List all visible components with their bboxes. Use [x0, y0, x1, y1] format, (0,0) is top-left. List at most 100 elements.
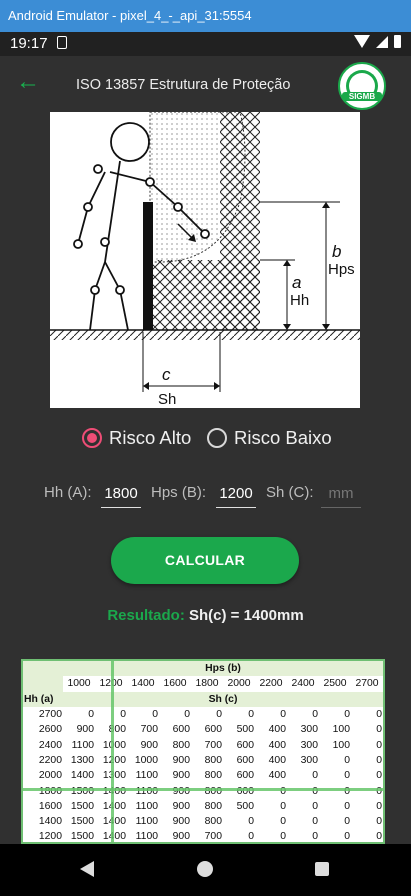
table-cell: 600 — [236, 739, 254, 751]
label-sh: Sh — [158, 391, 176, 408]
table-cell: 100 — [332, 724, 350, 736]
column-header: 1800 — [195, 678, 219, 690]
table-cell: 300 — [300, 724, 318, 736]
row-header: 1600 — [38, 800, 62, 812]
table-row: 1400 1500 1400 1100 900 800 0 0 0 0 0 — [23, 814, 383, 829]
table-cell: 400 — [268, 754, 286, 766]
app-bar: ← ISO 13857 Estrutura de Proteção SIGMB — [0, 56, 411, 114]
table-cell: 700 — [204, 831, 222, 843]
table-cell: 0 — [216, 709, 222, 721]
table-cell: 900 — [172, 816, 190, 828]
table-cell: 0 — [312, 831, 318, 843]
table-cell: 700 — [140, 724, 158, 736]
table-cell: 0 — [376, 724, 382, 736]
highlight-row — [23, 788, 383, 791]
table-cell: 1100 — [71, 739, 94, 751]
column-header: 2700 — [355, 678, 379, 690]
sigmb-logo: SIGMB — [338, 62, 386, 110]
table-cell: 1100 — [135, 785, 158, 797]
row-header: 2700 — [38, 709, 62, 721]
page-title: ISO 13857 Estrutura de Proteção — [76, 77, 291, 93]
hh-title: Hh (a) — [23, 691, 63, 707]
calcular-button[interactable]: CALCULAR — [111, 537, 299, 584]
row-header: 1800 — [38, 785, 62, 797]
table-cell: 900 — [140, 739, 158, 751]
table-cell: 0 — [248, 816, 254, 828]
table-cell: 800 — [204, 800, 222, 812]
table-cell: 0 — [344, 709, 350, 721]
table-cell: 900 — [172, 785, 190, 797]
table-row: 2200 1300 1200 1000 900 800 600 400 300 0 0 — [23, 753, 383, 768]
table-cell: 0 — [88, 709, 94, 721]
table-cell: 800 — [204, 770, 222, 782]
wifi-icon — [354, 35, 370, 48]
radio-checked-icon[interactable] — [82, 428, 102, 448]
table-cell: 1000 — [134, 754, 158, 766]
table-cell: 0 — [280, 800, 286, 812]
table-cell: 0 — [248, 831, 254, 843]
nav-back-icon[interactable] — [80, 861, 94, 877]
table-cell: 0 — [344, 754, 350, 766]
table-cell: 900 — [172, 831, 190, 843]
nav-home-icon[interactable] — [197, 861, 213, 877]
table-cell: 600 — [172, 724, 190, 736]
table-row: 2700 0 0 0 0 0 0 0 0 0 0 — [23, 707, 383, 722]
radio-risco-alto[interactable]: Risco Alto — [82, 427, 191, 449]
iso-diagram: b Hps a Hh c Sh — [50, 111, 360, 408]
table-row: 2600 900 800 700 600 600 500 400 300 100 0 — [23, 722, 383, 737]
column-header: 2400 — [291, 678, 315, 690]
table-cell: 0 — [280, 785, 286, 797]
table-row: 1600 1500 1400 1100 900 800 500 0 0 0 0 — [23, 799, 383, 814]
hps-input[interactable]: 1200 — [216, 478, 256, 508]
table-cell: 0 — [312, 800, 318, 812]
row-header: 2000 — [38, 770, 62, 782]
table-cell: 100 — [332, 739, 350, 751]
table-row: 2400 1100 1000 900 800 700 600 400 300 100 0 — [23, 737, 383, 752]
table-cell: 800 — [204, 785, 222, 797]
table-row: 2000 1400 1300 1100 900 800 600 400 0 0 0 — [23, 768, 383, 783]
table-cell: 0 — [312, 709, 318, 721]
table-cell: 0 — [376, 816, 382, 828]
table-cell: 0 — [376, 709, 382, 721]
table-header-columns: 1000120014001600180020002200240025002700 — [23, 676, 383, 692]
result-text: Resultado: Sh(c) = 1400mm — [0, 607, 411, 624]
table-cell: 0 — [152, 709, 158, 721]
table-cell: 0 — [344, 816, 350, 828]
sh-input[interactable]: mm — [321, 478, 361, 508]
table-cell: 700 — [204, 739, 222, 751]
label-b: b — [332, 242, 341, 261]
label-hh: Hh — [290, 292, 309, 309]
table-cell: 400 — [268, 739, 286, 751]
radio-risco-baixo[interactable]: Risco Baixo — [207, 427, 332, 449]
table-cell: 500 — [236, 724, 254, 736]
radio-unchecked-icon[interactable] — [207, 428, 227, 448]
label-hps: Hps — [328, 261, 355, 278]
nav-recents-icon[interactable] — [315, 862, 329, 876]
row-header: 2400 — [38, 739, 62, 751]
table-cell: 800 — [204, 816, 222, 828]
table-cell: 400 — [268, 724, 286, 736]
column-header: 1000 — [67, 678, 91, 690]
table-cell: 0 — [376, 770, 382, 782]
nav-bar — [0, 844, 411, 896]
arrow-left-icon[interactable]: ← — [16, 68, 40, 96]
table-cell: 0 — [344, 785, 350, 797]
table-cell: 0 — [376, 739, 382, 751]
table-cell: 900 — [172, 770, 190, 782]
table-cell: 800 — [204, 754, 222, 766]
row-header: 1400 — [38, 816, 62, 828]
table-cell: 500 — [236, 800, 254, 812]
row-header: 2200 — [38, 754, 62, 766]
table-cell: 1100 — [135, 770, 158, 782]
sh-label: Sh (C): — [266, 484, 314, 501]
table-cell: 1500 — [70, 831, 94, 843]
column-header: 1600 — [163, 678, 187, 690]
table-cell: 600 — [236, 770, 254, 782]
result-value: Sh(c) = 1400mm — [189, 607, 304, 624]
hh-input[interactable]: 1800 — [101, 478, 141, 508]
table-cell: 600 — [204, 724, 222, 736]
table-cell: 400 — [268, 770, 286, 782]
protection-structure-diagram: b Hps a Hh c Sh — [50, 111, 360, 408]
table-row: 1800 1500 1400 1100 900 800 600 0 0 0 0 — [23, 783, 383, 798]
emulator-title-bar: Android Emulator - pixel_4_-_api_31:5554 — [0, 0, 411, 32]
